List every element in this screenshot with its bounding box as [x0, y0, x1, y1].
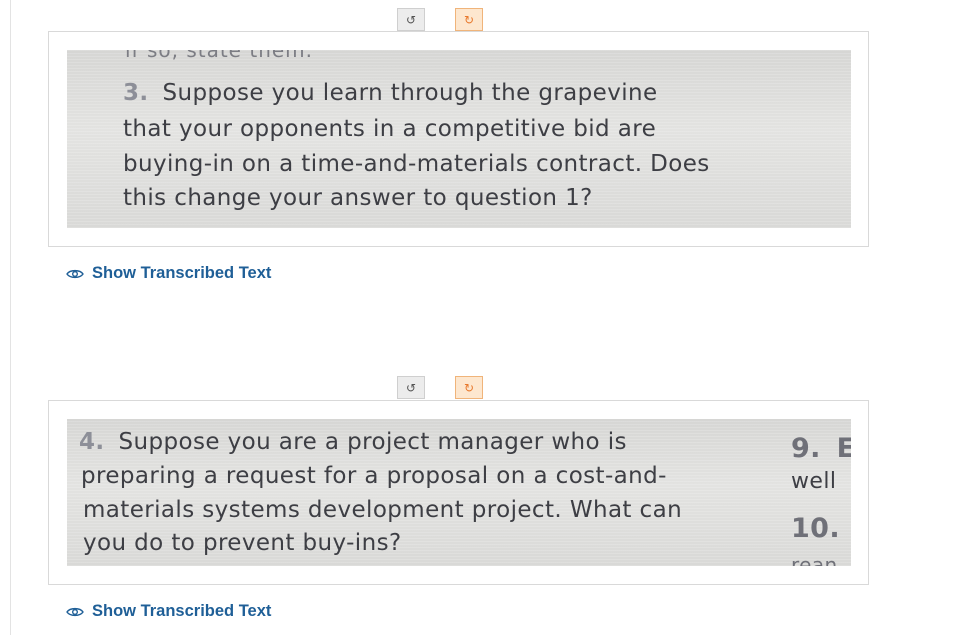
question-3-line-1: 3. Suppose you learn through the grapevin…: [123, 80, 658, 106]
eye-icon: [66, 269, 84, 278]
rotate-right-icon: ↻: [463, 380, 475, 395]
question-4-line-2: preparing a request for a proposal on a …: [81, 463, 667, 489]
rotate-right-icon: ↻: [463, 12, 475, 27]
show-transcribed-text-label-3: Show Transcribed Text: [92, 264, 272, 282]
question-4-line-3: materials systems development project. W…: [83, 497, 683, 523]
question-3-line-2: that your opponents in a competitive bid…: [123, 116, 657, 142]
question-4-line-1-text: Suppose you are a project manager who is: [118, 429, 627, 455]
show-transcribed-text-link-3[interactable]: Show Transcribed Text: [66, 264, 271, 283]
question-3-line-4: this change your answer to question 1?: [123, 185, 593, 211]
rotate-left-icon: ↺: [405, 380, 417, 395]
question-4-line-4: you do to prevent buy-ins?: [83, 530, 402, 556]
show-transcribed-text-link-4[interactable]: Show Transcribed Text: [66, 602, 271, 621]
side-word: well: [791, 469, 837, 494]
rotate-left-icon: ↺: [405, 12, 417, 27]
side-question-9: 9. E: [791, 433, 851, 464]
side-letter: E: [836, 433, 851, 464]
question-3-image: if so, state them. 3. Suppose you learn t…: [67, 50, 851, 228]
question-3-number: 3.: [123, 80, 149, 106]
question-4-number: 4.: [79, 429, 105, 455]
side-number-9: 9.: [791, 433, 821, 464]
side-cut-text: rean: [791, 553, 838, 566]
rotate-left-button[interactable]: ↺: [397, 376, 425, 399]
image-frame-question-3: if so, state them. 3. Suppose you learn t…: [48, 31, 869, 247]
rotate-right-button[interactable]: ↻: [455, 8, 483, 31]
side-number-10: 10.: [791, 513, 841, 544]
left-divider: [10, 0, 11, 635]
question-4-line-1: 4. Suppose you are a project manager who …: [79, 429, 627, 455]
image-frame-question-4: 4. Suppose you are a project manager who …: [48, 400, 869, 585]
eye-icon: [66, 607, 84, 616]
question-4-image: 4. Suppose you are a project manager who …: [67, 419, 851, 566]
rotate-left-button[interactable]: ↺: [397, 8, 425, 31]
show-transcribed-text-label-4: Show Transcribed Text: [92, 602, 272, 620]
question-3-line-3: buying-in on a time-and-materials contra…: [123, 151, 710, 177]
question-3-line-1-text: Suppose you learn through the grapevine: [162, 80, 658, 106]
question-3-cut-line: if so, state them.: [125, 50, 314, 62]
rotate-right-button[interactable]: ↻: [455, 376, 483, 399]
